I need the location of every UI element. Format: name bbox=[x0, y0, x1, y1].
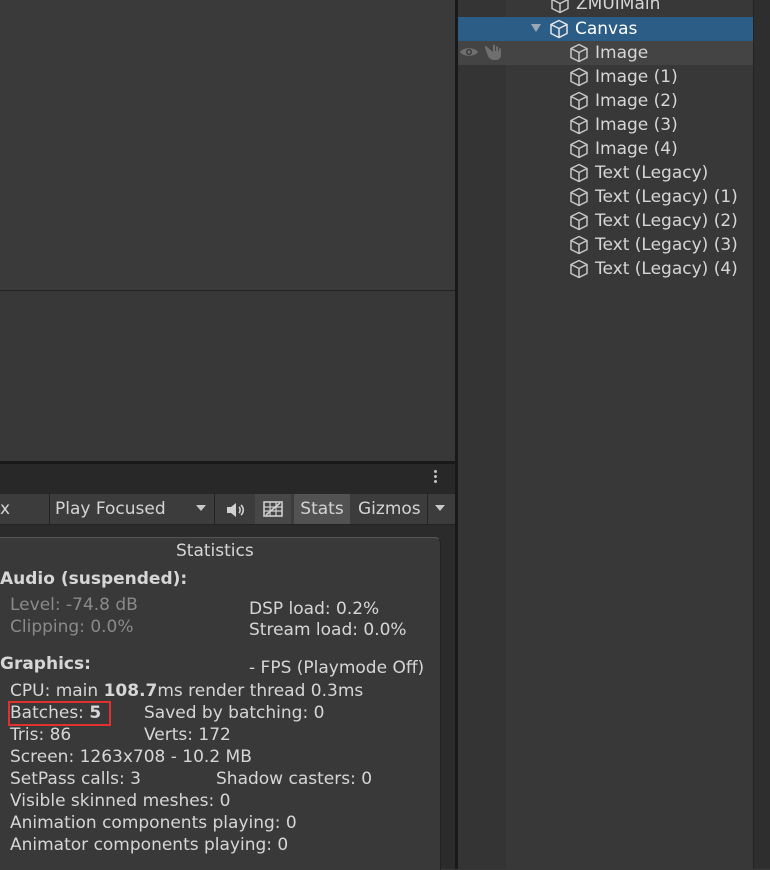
stream-load: Stream load: 0.0% bbox=[249, 620, 407, 640]
toolbar-separator bbox=[427, 494, 428, 524]
toolbar-separator bbox=[49, 494, 50, 524]
mute-audio-button[interactable] bbox=[218, 494, 252, 524]
chevron-down-icon[interactable] bbox=[435, 505, 445, 511]
gameobject-cube-icon bbox=[570, 67, 588, 87]
audio-clipping: Clipping: 0.0% bbox=[10, 617, 134, 637]
tris-count: Tris: 86 bbox=[10, 725, 72, 745]
hierarchy-item-label: Image (3) bbox=[595, 115, 678, 135]
hierarchy-item-canvas[interactable]: Canvas bbox=[549, 17, 637, 41]
gameobject-cube-icon bbox=[570, 235, 588, 255]
audio-section-header: Audio (suspended): bbox=[0, 569, 188, 589]
screen-info: Screen: 1263x708 - 10.2 MB bbox=[10, 747, 252, 767]
stats-toggle-button[interactable]: Stats bbox=[294, 494, 350, 524]
chevron-down-icon[interactable] bbox=[196, 505, 206, 511]
hierarchy-item-label: Canvas bbox=[575, 19, 638, 39]
play-mode-dropdown[interactable]: Play Focused bbox=[55, 494, 166, 524]
hierarchy-item-label: Image (2) bbox=[595, 91, 678, 111]
statistics-title: Statistics bbox=[176, 541, 254, 561]
saved-by-batching: Saved by batching: 0 bbox=[144, 703, 325, 723]
animator-components: Animator components playing: 0 bbox=[10, 835, 289, 855]
hierarchy-item-label: Text (Legacy) (3) bbox=[595, 235, 738, 255]
expand-arrow-icon[interactable] bbox=[531, 24, 541, 32]
hierarchy-item-label: Image (1) bbox=[595, 67, 678, 87]
gameobject-cube-icon bbox=[570, 139, 588, 159]
shadow-casters: Shadow casters: 0 bbox=[216, 769, 373, 789]
cpu-readout: CPU: main 108.7ms render thread 0.3ms bbox=[10, 681, 363, 701]
gizmos-button[interactable]: Gizmos bbox=[358, 494, 421, 524]
gameobject-cube-icon bbox=[570, 211, 588, 231]
hierarchy-item-image[interactable]: Image bbox=[569, 41, 648, 65]
audio-level: Level: -74.8 dB bbox=[10, 595, 138, 615]
hierarchy-item-label: Text (Legacy) (2) bbox=[595, 211, 738, 231]
hierarchy-item-text-legacy-2[interactable]: Text (Legacy) (2) bbox=[569, 209, 738, 233]
pickable-hand-icon[interactable] bbox=[484, 43, 504, 61]
gameobject-cube-icon bbox=[550, 19, 568, 39]
hierarchy-item-text-legacy[interactable]: Text (Legacy) bbox=[569, 161, 708, 185]
hierarchy-scrollbar[interactable] bbox=[753, 0, 770, 869]
gameobject-cube-icon bbox=[570, 259, 588, 279]
hierarchy-item-label: Text (Legacy) bbox=[595, 163, 709, 183]
hierarchy-item-image-2[interactable]: Image (2) bbox=[569, 89, 678, 113]
hierarchy-item-text-legacy-3[interactable]: Text (Legacy) (3) bbox=[569, 233, 738, 257]
visible-skinned-meshes: Visible skinned meshes: 0 bbox=[10, 791, 231, 811]
frame-debugger-button[interactable] bbox=[255, 494, 291, 524]
hierarchy-item-label: Image bbox=[595, 43, 649, 63]
batches-highlight-box bbox=[8, 701, 111, 726]
gameobject-cube-icon bbox=[570, 163, 588, 183]
grid-icon bbox=[263, 501, 283, 517]
hierarchy-item-image-3[interactable]: Image (3) bbox=[569, 113, 678, 137]
hierarchy-item-label: Text (Legacy) (4) bbox=[595, 259, 738, 279]
hierarchy-item-text-legacy-1[interactable]: Text (Legacy) (1) bbox=[569, 185, 738, 209]
cpu-suffix: ms render thread 0.3ms bbox=[157, 681, 364, 701]
gameobject-cube-icon bbox=[570, 43, 588, 63]
setpass-calls: SetPass calls: 3 bbox=[10, 769, 141, 789]
hierarchy-item-zmuimain[interactable]: ZMUIMain bbox=[550, 0, 660, 16]
hierarchy-item-label: Text (Legacy) (1) bbox=[595, 187, 738, 207]
scene-view[interactable] bbox=[0, 0, 455, 291]
gameobject-cube-icon bbox=[570, 115, 588, 135]
toolbar-partial-label[interactable]: x bbox=[0, 494, 10, 524]
hierarchy-item-label: Image (4) bbox=[595, 139, 678, 159]
graphics-section-header: Graphics: bbox=[0, 654, 91, 674]
speaker-icon bbox=[227, 502, 245, 517]
game-view-tab-bar bbox=[0, 464, 455, 494]
verts-count: Verts: 172 bbox=[144, 725, 231, 745]
game-view-toolbar: x Play Focused Stats Gizmos bbox=[0, 494, 455, 525]
gameobject-cube-icon bbox=[570, 187, 588, 207]
hierarchy-item-text-legacy-4[interactable]: Text (Legacy) (4) bbox=[569, 257, 738, 281]
eye-icon[interactable] bbox=[459, 45, 479, 59]
gameobject-cube-icon bbox=[551, 0, 569, 14]
hierarchy-item-label: ZMUIMain bbox=[576, 0, 661, 14]
hierarchy-visibility-gutter bbox=[458, 0, 506, 869]
cpu-prefix: CPU: main bbox=[10, 681, 104, 701]
more-options-icon[interactable] bbox=[428, 470, 442, 488]
animation-components: Animation components playing: 0 bbox=[10, 813, 297, 833]
dsp-load: DSP load: 0.2% bbox=[249, 599, 380, 619]
cpu-main-value: 108.7 bbox=[103, 681, 158, 701]
fps-readout: - FPS (Playmode Off) bbox=[249, 658, 425, 678]
gameobject-cube-icon bbox=[570, 91, 588, 111]
scene-view-lower[interactable] bbox=[0, 291, 455, 462]
hierarchy-item-image-4[interactable]: Image (4) bbox=[569, 137, 678, 161]
toolbar-separator bbox=[214, 494, 215, 524]
hierarchy-item-image-1[interactable]: Image (1) bbox=[569, 65, 678, 89]
